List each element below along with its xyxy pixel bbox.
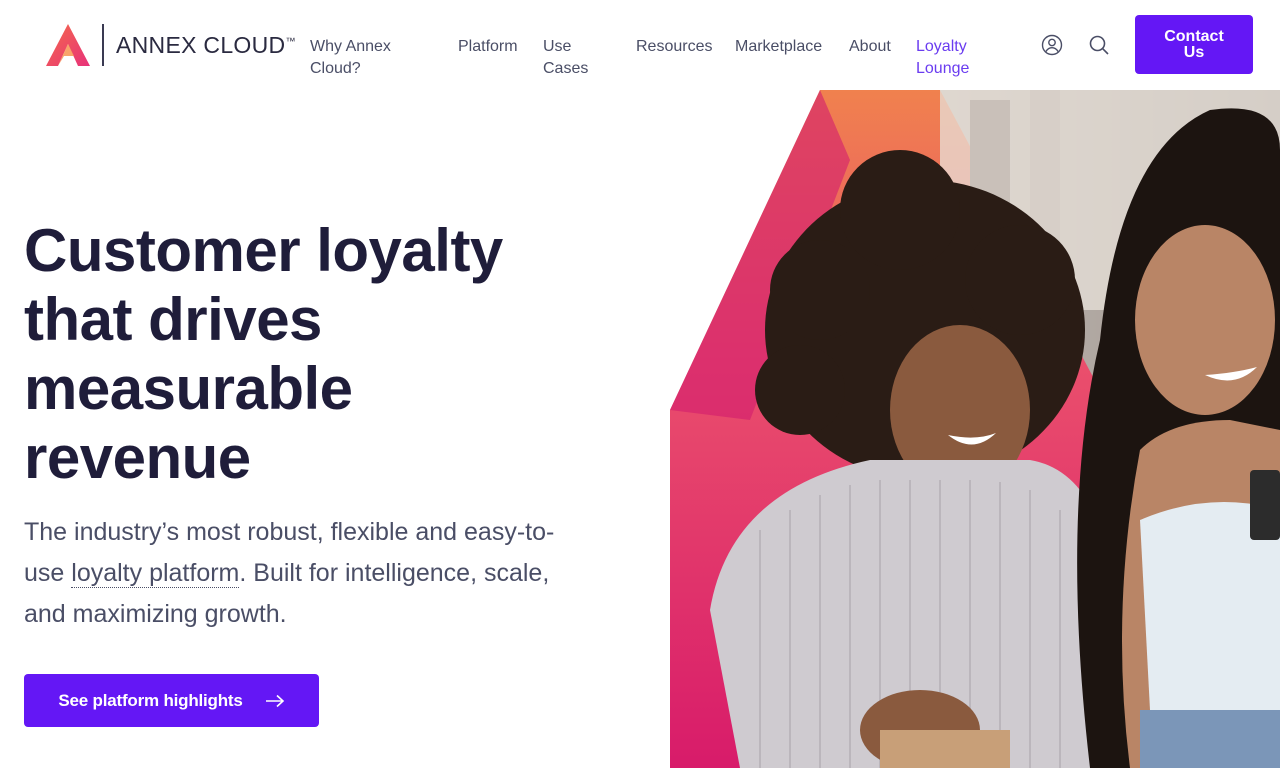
arrow-right-icon <box>265 694 284 707</box>
hero-image <box>670 90 1280 768</box>
site-header: ANNEX CLOUD™ Why Annex Cloud? Platform Us… <box>0 0 1280 90</box>
hero-title-line: revenue <box>24 424 251 491</box>
nav-item-resources[interactable]: Resources <box>636 36 712 58</box>
user-icon <box>1041 34 1063 56</box>
loyalty-platform-link[interactable]: loyalty platform <box>71 559 240 588</box>
nav-item-marketplace[interactable]: Marketplace <box>735 36 822 58</box>
nav-item-platform[interactable]: Platform <box>458 36 518 58</box>
hero-title-line: Customer loyalty <box>24 217 503 284</box>
nav-item-about[interactable]: About <box>849 36 891 58</box>
user-account-button[interactable] <box>1039 32 1065 58</box>
brand-name: ANNEX CLOUD™ <box>116 31 296 58</box>
nav-item-why-annex-cloud[interactable]: Why Annex Cloud? <box>310 36 391 80</box>
hero-title-line: measurable <box>24 355 353 422</box>
hero-title: Customer loyalty that drives measurable … <box>24 216 604 492</box>
nav-item-loyalty-lounge[interactable]: Loyalty Lounge <box>916 36 969 80</box>
hero-title-line: that drives <box>24 286 322 353</box>
logo-divider <box>102 24 104 66</box>
brand-logo[interactable]: ANNEX CLOUD™ <box>44 22 296 68</box>
search-button[interactable] <box>1086 32 1112 58</box>
hero-subtitle: The industry’s most robust, flexible and… <box>24 518 555 628</box>
nav-item-use-cases[interactable]: Use Cases <box>543 36 588 80</box>
see-platform-highlights-button[interactable]: See platform highlights <box>24 674 319 727</box>
annex-cloud-logo-icon <box>46 24 90 66</box>
hero-photo-illustration <box>670 90 1280 768</box>
contact-us-button[interactable]: Contact Us <box>1135 15 1253 74</box>
search-icon <box>1089 35 1109 55</box>
